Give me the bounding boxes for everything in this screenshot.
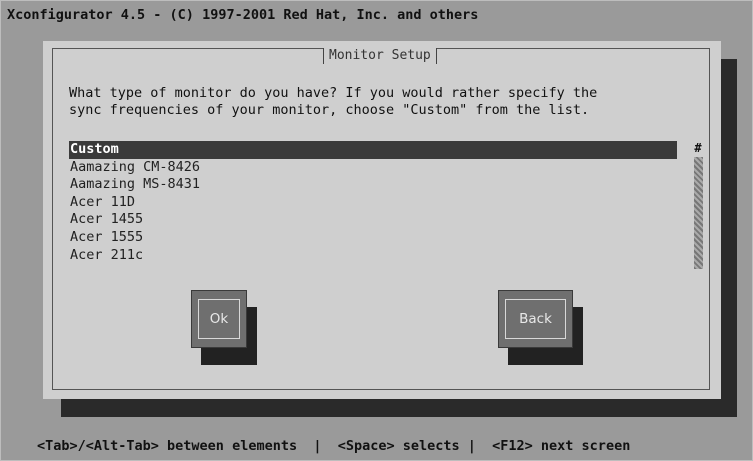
list-item-custom[interactable]: Custom	[69, 141, 677, 159]
dialog-title: Monitor Setup	[323, 47, 437, 67]
list-scrollbar[interactable]: #	[692, 141, 704, 271]
scroll-track[interactable]	[694, 157, 703, 269]
list-item[interactable]: Acer 11D	[69, 194, 677, 212]
ok-button[interactable]: Ok	[191, 290, 247, 348]
terminal-screen: Xconfigurator 4.5 - (C) 1997-2001 Red Ha…	[0, 0, 753, 461]
status-bar: <Tab>/<Alt-Tab> between elements | <Spac…	[37, 438, 631, 454]
scroll-marker[interactable]: #	[694, 141, 702, 155]
list-item[interactable]: Acer 1555	[69, 229, 677, 247]
back-button[interactable]: Back	[498, 290, 573, 348]
list-item[interactable]: Aamazing MS-8431	[69, 176, 677, 194]
window-title: Xconfigurator 4.5 - (C) 1997-2001 Red Ha…	[7, 7, 479, 23]
ok-button-label[interactable]: Ok	[198, 299, 240, 339]
list-item[interactable]: Acer 1455	[69, 211, 677, 229]
prompt-line-1: What type of monitor do you have? If you…	[69, 85, 598, 101]
back-button-label[interactable]: Back	[505, 299, 566, 339]
prompt-text: What type of monitor do you have? If you…	[69, 85, 689, 119]
monitor-list[interactable]: Custom Aamazing CM-8426 Aamazing MS-8431…	[69, 141, 677, 269]
monitor-setup-dialog: Monitor Setup What type of monitor do yo…	[43, 41, 721, 399]
prompt-line-2: sync frequencies of your monitor, choose…	[69, 102, 590, 118]
list-item[interactable]: Acer 211c	[69, 247, 677, 265]
list-item[interactable]: Aamazing CM-8426	[69, 159, 677, 177]
